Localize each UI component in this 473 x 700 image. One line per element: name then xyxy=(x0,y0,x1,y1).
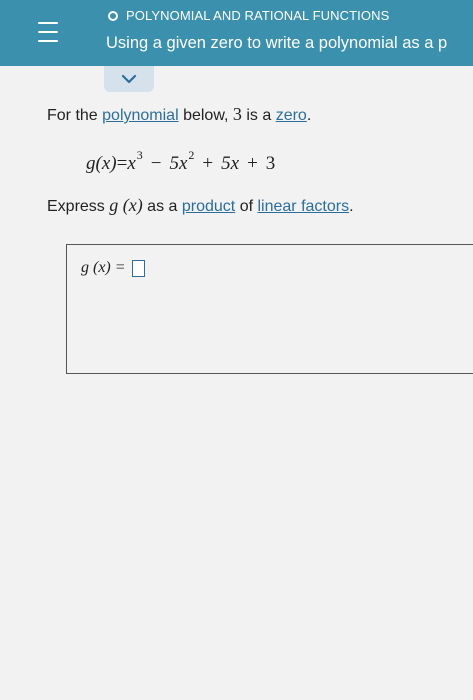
polynomial-equation: g(x)=x3−5x2 +5x +3 xyxy=(86,148,275,175)
answer-row: g (x) = xyxy=(81,259,145,277)
instruction-text: as a xyxy=(142,198,182,215)
answer-box: g (x) = xyxy=(66,244,473,374)
problem-instruction: Express g (x) as a product of linear fac… xyxy=(47,195,354,216)
equation-equals: = xyxy=(116,153,128,174)
topic-label: POLYNOMIAL AND RATIONAL FUNCTIONS xyxy=(126,8,390,23)
collapse-header-button[interactable] xyxy=(104,66,154,92)
product-link[interactable]: product xyxy=(182,198,235,215)
polynomial-link[interactable]: polynomial xyxy=(102,107,178,124)
linear-factors-link[interactable]: linear factors xyxy=(257,198,349,215)
problem-intro: For the polynomial below, 3 is a zero. xyxy=(47,104,311,125)
zero-link[interactable]: zero xyxy=(276,107,307,124)
intro-text: is a xyxy=(241,107,276,124)
hamburger-menu-icon[interactable] xyxy=(38,22,58,42)
term-1-exponent: 3 xyxy=(136,148,143,162)
instruction-text: Express xyxy=(47,198,110,215)
equation-lhs: g(x) xyxy=(86,153,117,174)
intro-text: . xyxy=(306,107,312,124)
operator-2: + xyxy=(202,153,214,174)
chevron-down-icon xyxy=(121,74,137,84)
term-2: 5x xyxy=(169,153,188,174)
term-4: 3 xyxy=(265,153,276,174)
answer-label: g (x) = xyxy=(81,259,126,276)
instruction-text: . xyxy=(349,198,354,215)
term-3: 5x xyxy=(221,153,240,174)
term-2-exponent: 2 xyxy=(188,148,195,162)
operator-3: + xyxy=(247,153,258,174)
intro-text: For the xyxy=(47,107,103,124)
answer-input[interactable] xyxy=(131,259,145,277)
lesson-title: Using a given zero to write a polynomial… xyxy=(106,34,448,52)
term-1: x xyxy=(127,153,136,174)
operator-1: − xyxy=(150,153,162,174)
given-zero-value: 3 xyxy=(232,104,242,124)
topic-status-icon xyxy=(108,10,118,21)
instruction-text: of xyxy=(235,198,258,215)
instruction-function: g (x) xyxy=(109,195,143,215)
topic-row: POLYNOMIAL AND RATIONAL FUNCTIONS xyxy=(108,8,389,23)
intro-text: below, xyxy=(178,107,233,124)
header-bar: POLYNOMIAL AND RATIONAL FUNCTIONS Using … xyxy=(0,0,473,66)
